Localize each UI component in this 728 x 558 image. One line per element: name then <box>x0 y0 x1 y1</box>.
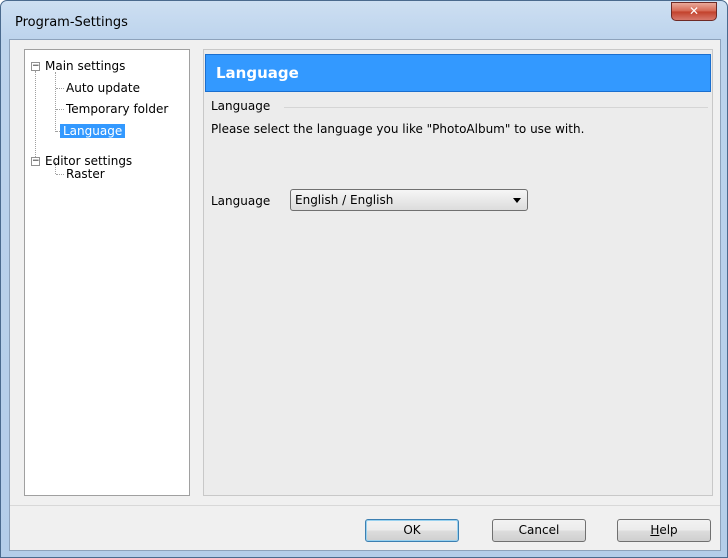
tree-item-label: Raster <box>66 167 105 181</box>
collapse-main-settings-icon[interactable]: − <box>31 62 40 71</box>
tree-item-raster[interactable]: Raster <box>66 165 105 183</box>
tree-line <box>56 174 64 175</box>
footer-divider <box>10 505 720 506</box>
cancel-button[interactable]: Cancel <box>492 519 586 542</box>
tree-item-label: Main settings <box>45 59 126 73</box>
tree-line <box>55 72 56 132</box>
close-button[interactable]: ✕ <box>671 2 717 21</box>
window-title: Program-Settings <box>15 15 128 30</box>
help-button-label: elp <box>659 523 678 537</box>
language-label: Language <box>211 194 271 208</box>
tree-item-temporary-folder[interactable]: Temporary folder <box>66 100 168 118</box>
tree-item-label: Language <box>60 124 126 138</box>
language-select[interactable]: English / English <box>290 189 528 211</box>
program-settings-window: Program-Settings ✕ − Main settings Auto … <box>0 0 728 558</box>
tree-item-language[interactable]: Language <box>60 122 126 140</box>
dropdown-arrow-icon[interactable] <box>513 198 521 203</box>
close-icon: ✕ <box>688 4 700 18</box>
tree-item-label: Auto update <box>66 81 140 95</box>
tree-item-label: Temporary folder <box>66 102 169 116</box>
minus-icon: − <box>32 156 40 166</box>
collapse-editor-settings-icon[interactable]: − <box>31 157 40 166</box>
language-description: Please select the language you like "Pho… <box>211 122 585 136</box>
tree-line <box>35 71 36 161</box>
language-select-value: English / English <box>295 193 394 207</box>
help-button[interactable]: Help <box>617 519 711 542</box>
title-bar[interactable]: Program-Settings ✕ <box>1 1 727 39</box>
tree-item-main-settings[interactable]: Main settings <box>45 57 125 75</box>
page-header: Language <box>205 54 711 92</box>
cancel-button-label: Cancel <box>518 523 560 537</box>
group-title: Language <box>211 99 275 113</box>
tree-line <box>56 109 64 110</box>
settings-page-panel: Language Language Please select the lang… <box>203 49 713 496</box>
help-mnemonic: H <box>650 523 660 537</box>
settings-tree[interactable]: − Main settings Auto update Temporary fo… <box>24 49 190 496</box>
group-divider <box>284 107 708 108</box>
dialog-client-area: − Main settings Auto update Temporary fo… <box>9 39 721 551</box>
tree-item-auto-update[interactable]: Auto update <box>66 79 140 97</box>
ok-button[interactable]: OK <box>365 519 459 542</box>
tree-line <box>56 88 64 89</box>
ok-button-label: OK <box>403 523 421 537</box>
minus-icon: − <box>32 61 40 71</box>
